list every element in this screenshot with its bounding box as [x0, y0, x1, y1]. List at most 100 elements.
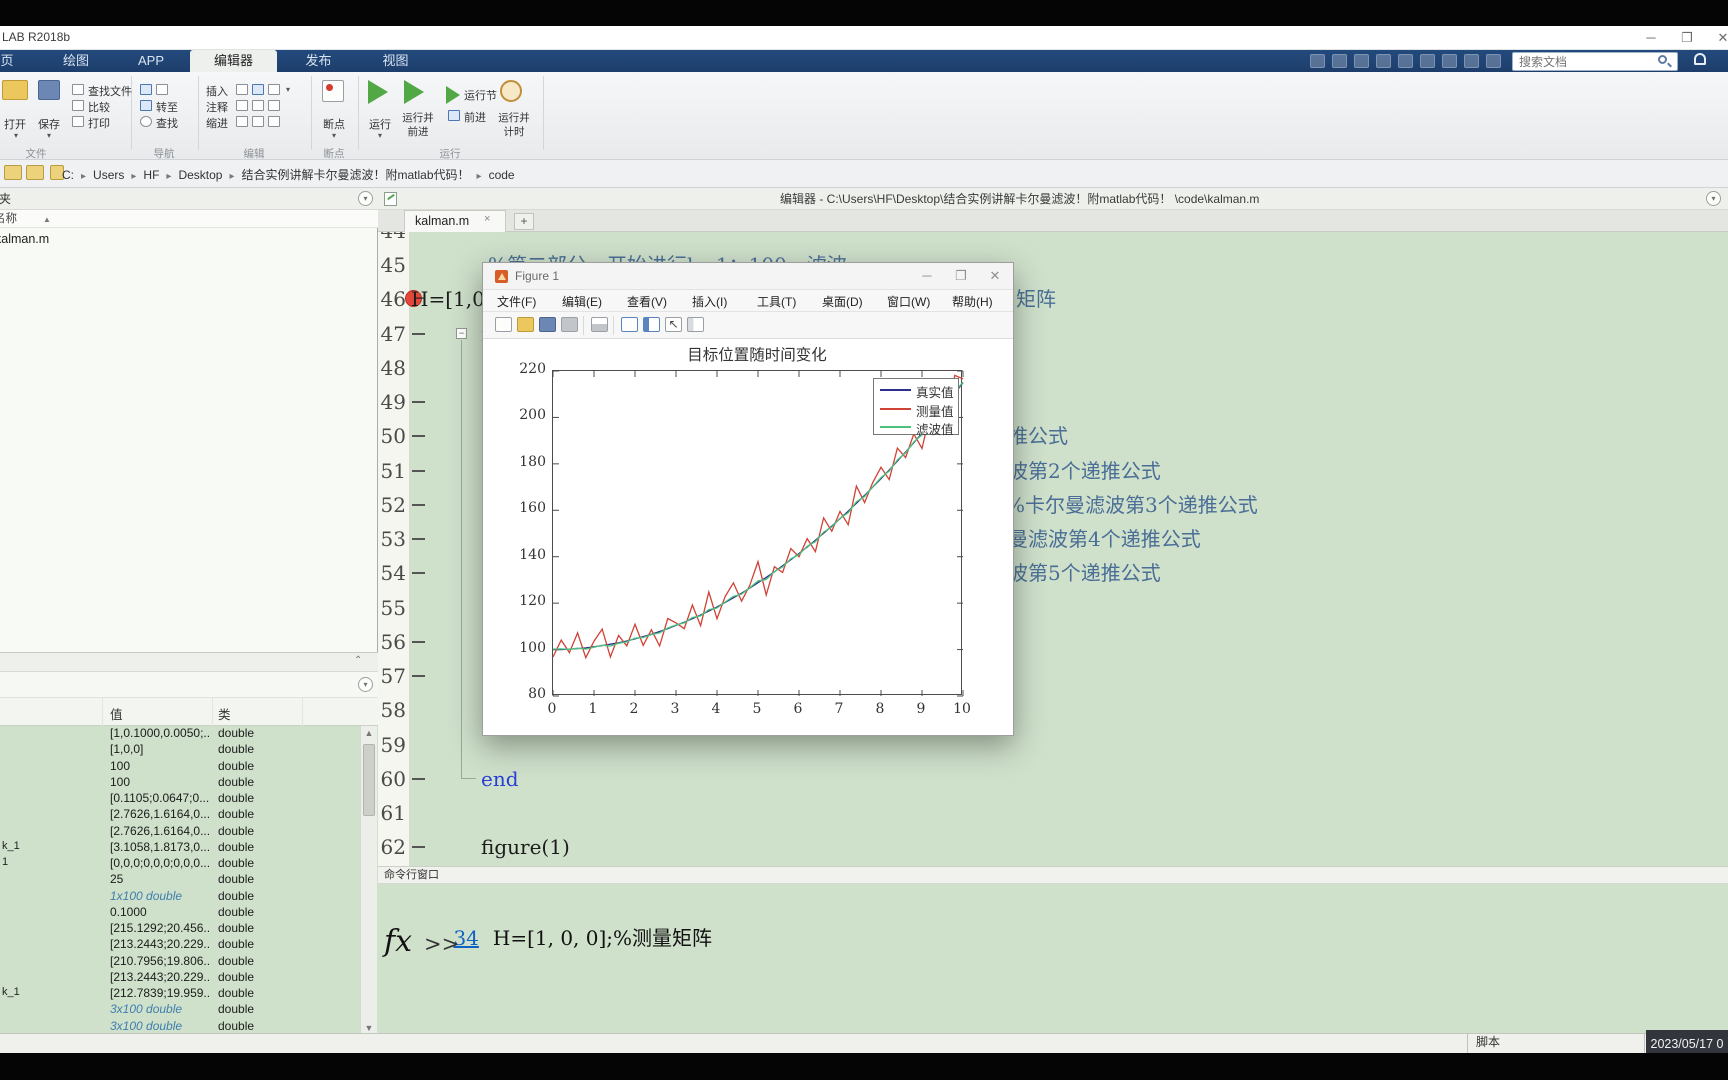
line-number[interactable]: 58 [378, 693, 406, 727]
figure-window[interactable]: Figure 1 ─ ❐ ✕ 文件(F) 编辑(E) 查看(V) 插入(I) 工具(T)… [482, 262, 1014, 736]
workspace-row[interactable]: 25 double [0, 872, 360, 888]
find-files-icon[interactable] [72, 84, 84, 95]
indent-right-icon[interactable] [268, 116, 280, 127]
line-number-link[interactable]: 34 [453, 926, 492, 950]
forward-arrow-icon[interactable] [156, 84, 168, 95]
save-button[interactable]: 保存 [32, 116, 66, 132]
figure-open-file-icon[interactable] [517, 317, 534, 332]
figure-property-inspector-icon[interactable] [687, 317, 704, 332]
workspace-row[interactable]: k_1 [3.1058,1.8173,0.... double [0, 840, 360, 856]
workspace-menu-icon[interactable]: ▾ [358, 677, 373, 692]
command-window-header[interactable]: 命令行窗口 [378, 866, 1728, 884]
breadcrumb-segment[interactable]: 结合实例讲解卡尔曼滤波！附matlab代码！ [242, 168, 470, 182]
ribbon-tab-编辑器[interactable]: 编辑器 [190, 50, 277, 72]
figure-menu-桌面(D)[interactable]: 桌面(D) [822, 293, 863, 310]
run-caret[interactable]: ▾ [374, 131, 386, 140]
help-icon[interactable] [1464, 54, 1479, 68]
compare-icon[interactable] [72, 100, 84, 111]
find-icon[interactable] [140, 116, 152, 127]
uncomment-icon[interactable] [252, 100, 264, 111]
name-column-header[interactable]: 名称▲ [0, 210, 378, 228]
workspace-scrollbar[interactable]: ▲ ▼ [360, 726, 377, 1035]
line-number[interactable]: 59 [378, 728, 406, 762]
print-icon[interactable] [72, 116, 84, 127]
breadcrumb-segment[interactable]: Users [93, 168, 124, 182]
run-icon[interactable] [368, 80, 388, 104]
scrollbar-thumb[interactable] [363, 744, 375, 816]
figure-dock-figure-icon[interactable] [621, 317, 638, 332]
line-number[interactable]: 45 [378, 248, 406, 282]
workspace-row[interactable]: [213.2443;20.229... double [0, 970, 360, 986]
advance-button[interactable]: 前进 [464, 109, 486, 125]
smart-indent-icon[interactable] [236, 116, 248, 127]
line-number[interactable]: 57 [378, 659, 406, 693]
tab-close-icon[interactable]: × [484, 213, 490, 225]
run-time-button-line2[interactable]: 计时 [492, 124, 536, 139]
browse-folder-icon[interactable] [26, 165, 44, 180]
insert-button[interactable]: 插入 [206, 83, 228, 99]
paste-icon[interactable] [1376, 54, 1391, 68]
ribbon-tab-主页[interactable]: 主页 [0, 50, 33, 72]
line-number[interactable]: 61 [378, 796, 406, 830]
open-icon[interactable] [2, 80, 28, 100]
save-icon[interactable] [1310, 54, 1325, 68]
workspace-row[interactable]: 1x100 double double [0, 889, 360, 905]
insert-caret[interactable]: ▾ [286, 85, 290, 94]
figure-close-button[interactable]: ✕ [985, 268, 1005, 284]
breakpoints-caret[interactable]: ▾ [328, 131, 340, 140]
command-prompt[interactable]: >> [424, 932, 459, 956]
save-caret[interactable]: ▾ [43, 131, 55, 140]
workspace-row[interactable]: 1 [0,0,0;0,0,0;0,0,0.... double [0, 856, 360, 872]
run-button[interactable]: 运行 [360, 116, 400, 132]
plot-legend[interactable]: 真实值 测量值 滤波值 [873, 378, 959, 437]
save-icon[interactable] [38, 80, 60, 100]
figure-plot-browser-icon[interactable] [643, 317, 660, 332]
line-number[interactable]: 52 [378, 488, 406, 522]
breadcrumb-segment[interactable]: HF [143, 168, 159, 182]
line-number[interactable]: 56 [378, 625, 406, 659]
figure-new-figure-icon[interactable] [495, 317, 512, 332]
figure-minimize-button[interactable]: ─ [917, 268, 937, 283]
doc-search-input[interactable] [1512, 52, 1678, 71]
back-arrow-icon[interactable] [140, 84, 152, 95]
wrap-comment-icon[interactable] [268, 100, 280, 111]
figure-maximize-button[interactable]: ❐ [951, 268, 971, 284]
editor-menu-icon[interactable]: ▾ [1706, 191, 1721, 206]
run-advance-icon[interactable] [404, 80, 424, 104]
figure-menu-文件(F)[interactable]: 文件(F) [497, 293, 536, 310]
window-minimize-button[interactable]: ─ [1640, 30, 1662, 45]
workspace-row[interactable]: [2.7626,1.6164,0.... double [0, 807, 360, 823]
panel-menu-icon[interactable]: ▾ [358, 191, 373, 206]
find-files-button[interactable]: 查找文件 [88, 83, 132, 99]
scroll-down-icon[interactable]: ▼ [361, 1023, 377, 1033]
insert-figure-icon[interactable] [268, 84, 280, 95]
line-number[interactable]: 60 [378, 762, 406, 796]
folder-up-icon[interactable] [4, 165, 22, 180]
compare-button[interactable]: 比较 [88, 99, 110, 115]
figure-menu-帮助(H)[interactable]: 帮助(H) [952, 293, 993, 310]
breakpoints-button[interactable]: 断点 [314, 116, 354, 132]
insert-fx-icon[interactable] [252, 84, 264, 95]
line-number[interactable]: 53 [378, 522, 406, 556]
comment-percent-icon[interactable] [236, 100, 248, 111]
print-button[interactable]: 打印 [88, 115, 110, 131]
figure-menu-查看(V)[interactable]: 查看(V) [627, 293, 667, 310]
indent-button[interactable]: 缩进 [206, 115, 228, 131]
workspace-row[interactable]: 100 double [0, 775, 360, 791]
workspace-row[interactable]: [215.1292;20.456... double [0, 921, 360, 937]
insert-section-icon[interactable] [236, 84, 248, 95]
workspace-row[interactable]: [0.1105;0.0647;0.... double [0, 791, 360, 807]
line-number[interactable]: 54 [378, 556, 406, 590]
ribbon-tab-发布[interactable]: 发布 [282, 50, 355, 72]
workspace-row[interactable]: 0.1000 double [0, 905, 360, 921]
ribbon-tab-绘图[interactable]: 绘图 [40, 50, 112, 72]
notification-bell-icon[interactable] [1694, 53, 1706, 65]
figure-menu-窗口(W)[interactable]: 窗口(W) [887, 293, 930, 310]
run-section-button[interactable]: 运行节 [464, 87, 497, 103]
tab-kalman-m[interactable]: kalman.m [404, 210, 506, 232]
workspace-row[interactable]: 100 double [0, 759, 360, 775]
window-maximize-button[interactable]: ❐ [1676, 30, 1698, 46]
run-section-icon[interactable] [446, 86, 460, 104]
workspace-row[interactable]: [1,0,0] double [0, 742, 360, 758]
community-icon[interactable] [1486, 54, 1501, 68]
